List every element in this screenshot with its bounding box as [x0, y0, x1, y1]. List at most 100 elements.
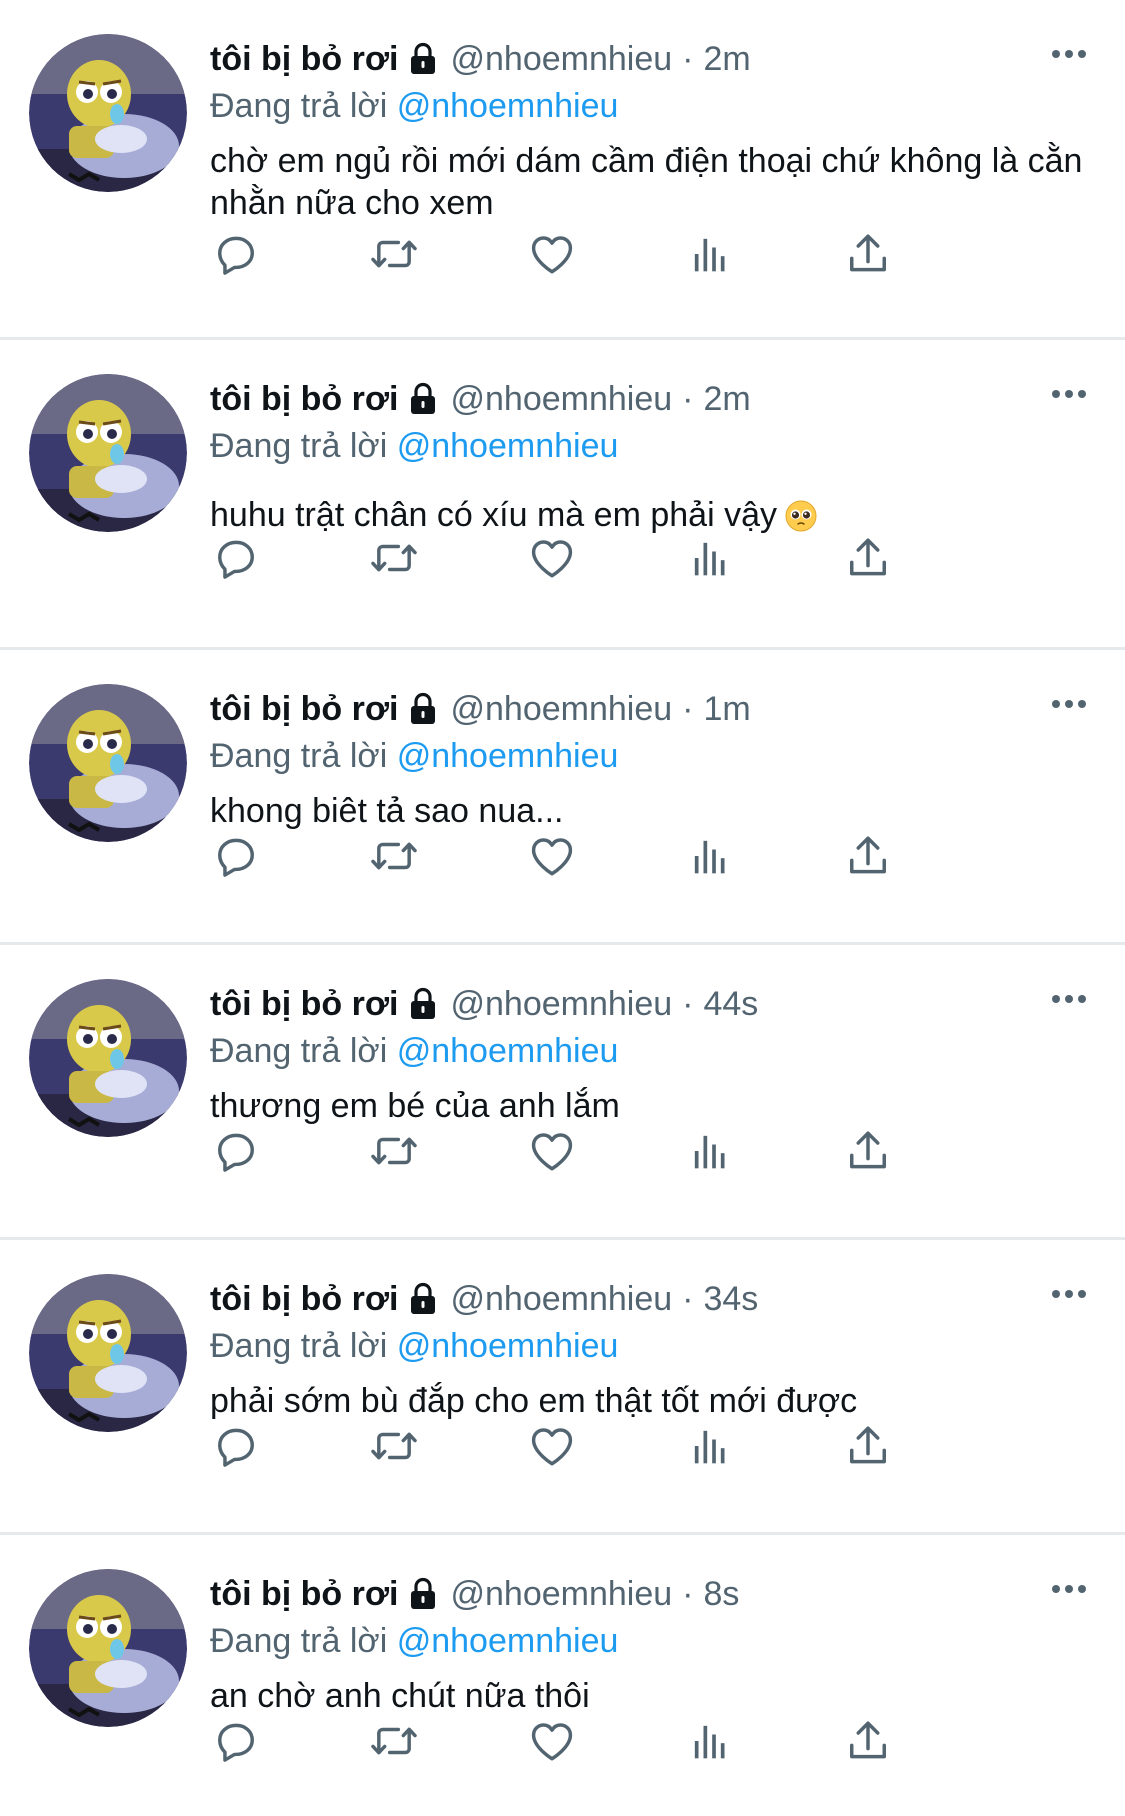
user-handle[interactable]: @nhoemnhieu — [450, 1575, 672, 1614]
retweet-button[interactable] — [368, 1715, 420, 1767]
share-button[interactable] — [842, 1715, 894, 1767]
like-button[interactable] — [526, 830, 578, 882]
user-handle[interactable]: @nhoemnhieu — [450, 985, 672, 1024]
tweet-text-body: an chờ anh chút nữa thôi — [210, 1677, 590, 1715]
reply-icon — [210, 1133, 262, 1181]
reply-button[interactable] — [210, 1125, 262, 1177]
share-button[interactable] — [842, 1420, 894, 1472]
reply-button[interactable] — [210, 228, 262, 280]
like-button[interactable] — [526, 1125, 578, 1177]
replying-to-label: Đang trả lời — [210, 1622, 388, 1660]
more-options-icon[interactable] — [1049, 1581, 1089, 1597]
retweet-button[interactable] — [368, 228, 420, 280]
timestamp[interactable]: 8s — [703, 1575, 739, 1614]
user-handle[interactable]: @nhoemnhieu — [450, 690, 672, 729]
more-options-icon[interactable] — [1049, 1286, 1089, 1302]
analytics-button[interactable] — [684, 830, 736, 882]
analytics-icon — [684, 542, 736, 588]
retweet-button[interactable] — [368, 532, 420, 584]
analytics-button[interactable] — [684, 1125, 736, 1177]
tweet-actions — [210, 532, 1010, 584]
user-handle[interactable]: @nhoemnhieu — [450, 40, 672, 79]
replying-to-label: Đang trả lời — [210, 427, 388, 465]
share-button[interactable] — [842, 228, 894, 280]
reply-mention-link[interactable]: @nhoemnhieu — [397, 87, 619, 125]
like-button[interactable] — [526, 1715, 578, 1767]
retweet-button[interactable] — [368, 830, 420, 882]
reply-icon — [210, 540, 262, 588]
like-button[interactable] — [526, 532, 578, 584]
tweet[interactable]: tôi bị bỏ rơi @nhoemnhieu · 2m Đang trả lời … — [0, 0, 1125, 340]
share-button[interactable] — [842, 1125, 894, 1177]
lock-icon — [408, 1282, 438, 1316]
avatar[interactable] — [29, 374, 187, 532]
avatar[interactable] — [29, 34, 187, 192]
reply-mention-link[interactable]: @nhoemnhieu — [397, 427, 619, 465]
tweet-content: tôi bị bỏ rơi @nhoemnhieu · 44s Đang trả lời… — [210, 983, 1105, 1127]
lock-icon — [408, 1577, 438, 1611]
reply-mention-link[interactable]: @nhoemnhieu — [397, 1327, 619, 1365]
tweet-header: tôi bị bỏ rơi @nhoemnhieu · 1m — [210, 688, 1105, 730]
tweet-text: thương em bé của anh lắm — [210, 1085, 1105, 1127]
analytics-button[interactable] — [684, 228, 736, 280]
tweet-text: an chờ anh chút nữa thôi — [210, 1675, 1105, 1717]
like-button[interactable] — [526, 1420, 578, 1472]
lock-icon — [408, 42, 438, 76]
display-name[interactable]: tôi bị bỏ rơi — [210, 380, 398, 419]
share-button[interactable] — [842, 830, 894, 882]
share-button[interactable] — [842, 532, 894, 584]
tweet-actions — [210, 1125, 1010, 1177]
tweet[interactable]: tôi bị bỏ rơi @nhoemnhieu · 2m Đang trả lời … — [0, 340, 1125, 650]
reply-button[interactable] — [210, 830, 262, 882]
reply-mention-link[interactable]: @nhoemnhieu — [397, 1032, 619, 1070]
reply-mention-link[interactable]: @nhoemnhieu — [397, 737, 619, 775]
display-name[interactable]: tôi bị bỏ rơi — [210, 1280, 398, 1319]
reply-button[interactable] — [210, 1420, 262, 1472]
avatar[interactable] — [29, 1274, 187, 1432]
more-options-icon[interactable] — [1049, 991, 1089, 1007]
display-name[interactable]: tôi bị bỏ rơi — [210, 1575, 398, 1614]
analytics-button[interactable] — [684, 1420, 736, 1472]
display-name[interactable]: tôi bị bỏ rơi — [210, 985, 398, 1024]
timestamp[interactable]: 34s — [703, 1280, 758, 1319]
display-name[interactable]: tôi bị bỏ rơi — [210, 40, 398, 79]
user-handle[interactable]: @nhoemnhieu — [450, 1280, 672, 1319]
tweet[interactable]: tôi bị bỏ rơi @nhoemnhieu · 8s Đang trả lời … — [0, 1535, 1125, 1816]
tweet[interactable]: tôi bị bỏ rơi @nhoemnhieu · 44s Đang trả lời… — [0, 945, 1125, 1240]
retweet-button[interactable] — [368, 1125, 420, 1177]
analytics-icon — [684, 1430, 736, 1476]
avatar[interactable] — [29, 979, 187, 1137]
share-icon — [842, 234, 894, 284]
timestamp[interactable]: 1m — [703, 690, 750, 729]
avatar[interactable] — [29, 1569, 187, 1727]
like-icon — [526, 838, 578, 886]
reply-button[interactable] — [210, 532, 262, 584]
analytics-button[interactable] — [684, 532, 736, 584]
tweet-content: tôi bị bỏ rơi @nhoemnhieu · 8s Đang trả lời … — [210, 1573, 1105, 1717]
more-options-icon[interactable] — [1049, 696, 1089, 712]
separator-dot: · — [682, 39, 694, 78]
timestamp[interactable]: 2m — [703, 380, 750, 419]
tweet-text: huhu trật chân có xíu mà em phải vậy — [210, 494, 1105, 536]
replying-to: Đang trả lời @nhoemnhieu — [210, 84, 1105, 128]
lock-icon — [408, 382, 438, 416]
display-name[interactable]: tôi bị bỏ rơi — [210, 690, 398, 729]
analytics-icon — [684, 840, 736, 886]
tweet[interactable]: tôi bị bỏ rơi @nhoemnhieu · 1m Đang trả lời … — [0, 650, 1125, 945]
timestamp[interactable]: 2m — [703, 40, 750, 79]
share-icon — [842, 538, 894, 588]
like-button[interactable] — [526, 228, 578, 280]
reply-button[interactable] — [210, 1715, 262, 1767]
timestamp[interactable]: 44s — [703, 985, 758, 1024]
user-handle[interactable]: @nhoemnhieu — [450, 380, 672, 419]
like-icon — [526, 1428, 578, 1476]
avatar[interactable] — [29, 684, 187, 842]
analytics-button[interactable] — [684, 1715, 736, 1767]
reply-mention-link[interactable]: @nhoemnhieu — [397, 1622, 619, 1660]
replying-to: Đang trả lời @nhoemnhieu — [210, 1619, 1105, 1663]
tweet[interactable]: tôi bị bỏ rơi @nhoemnhieu · 34s Đang trả lời… — [0, 1240, 1125, 1535]
separator-dot: · — [682, 689, 694, 728]
retweet-button[interactable] — [368, 1420, 420, 1472]
more-options-icon[interactable] — [1049, 386, 1089, 402]
more-options-icon[interactable] — [1049, 46, 1089, 62]
